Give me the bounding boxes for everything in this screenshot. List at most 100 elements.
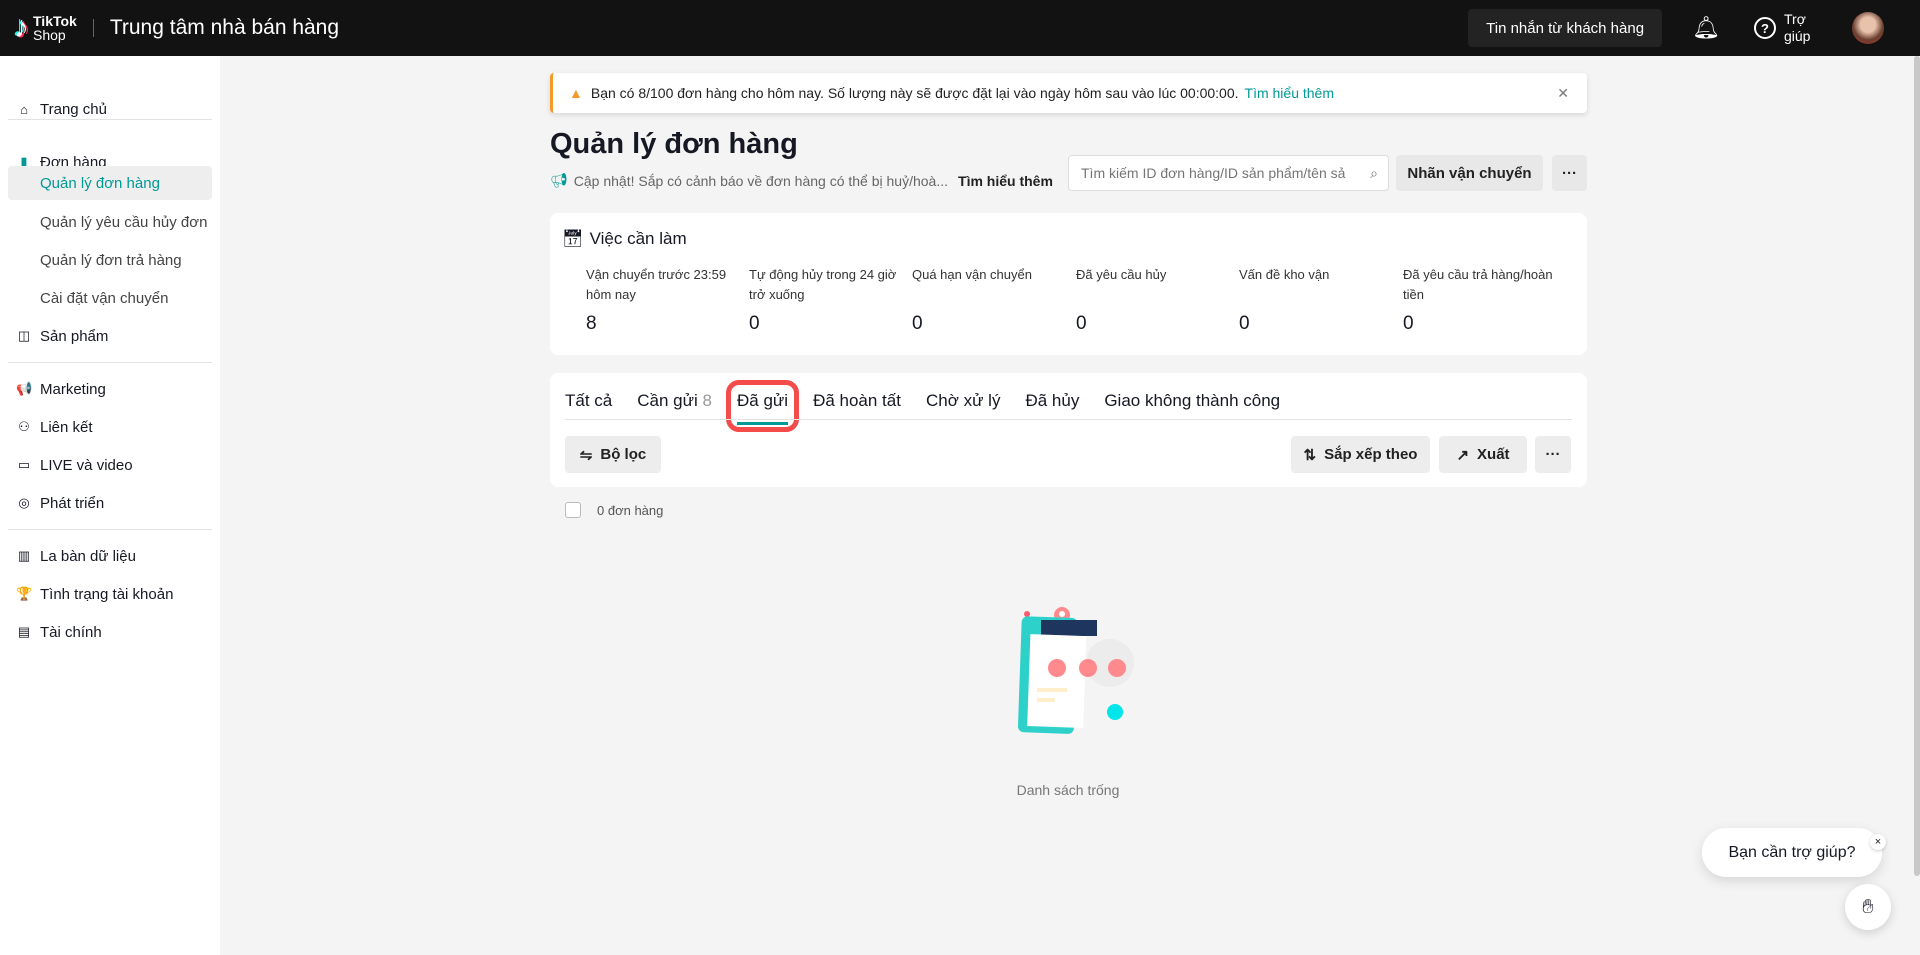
banner-learn-more-link[interactable]: Tìm hiểu thêm bbox=[1245, 85, 1334, 101]
help-bubble[interactable]: Bạn cần trợ giúp? × bbox=[1702, 828, 1886, 877]
sidebar-item-returns[interactable]: Quản lý đơn trả hàng bbox=[8, 243, 212, 277]
note-text: Cập nhật! Sắp có cảnh báo về đơn hàng có… bbox=[573, 172, 949, 189]
bell-icon[interactable]: 🔔︎ bbox=[1692, 15, 1720, 41]
tab-label: Đã hoàn tất bbox=[813, 391, 901, 410]
todo-card: 📅︎ Việc cần làm Vận chuyển trước 23:59 hô… bbox=[550, 213, 1587, 355]
order-tabs: Tất cả Cần gửi 8 Đã gửi Đã hoàn tất Chờ … bbox=[565, 380, 1305, 432]
sidebar-item-label: Quản lý đơn trả hàng bbox=[40, 251, 182, 269]
home-icon: ⌂ bbox=[20, 101, 28, 117]
tab-divider bbox=[565, 419, 1572, 420]
wave-hand-icon[interactable]: ✋︎ bbox=[1845, 884, 1891, 930]
sidebar-item-label: La bàn dữ liệu bbox=[40, 547, 136, 565]
top-header: ♪ TikTok Shop Trung tâm nhà bán hàng Tin … bbox=[0, 0, 1920, 56]
wallet-icon: ▤ bbox=[17, 624, 31, 639]
tab-shipped[interactable]: Đã gửi bbox=[725, 380, 800, 432]
close-icon[interactable]: ✕ bbox=[1557, 85, 1569, 102]
sidebar-item-data-compass[interactable]: ▥ La bàn dữ liệu bbox=[8, 539, 212, 573]
order-count-text: 0 đơn hàng bbox=[597, 502, 664, 518]
export-button[interactable]: ↗ Xuất bbox=[1439, 436, 1527, 473]
tab-cancelled[interactable]: Đã hủy bbox=[1025, 391, 1079, 421]
sidebar-item-label: Tài chính bbox=[40, 623, 102, 641]
bag-icon: ◫ bbox=[17, 328, 31, 343]
filter-label: Bộ lọc bbox=[600, 446, 647, 463]
sidebar-item-finance[interactable]: ▤ Tài chính bbox=[8, 615, 212, 649]
sidebar-item-label: Sản phẩm bbox=[40, 327, 109, 345]
tiktok-note-icon: ♪ bbox=[14, 11, 29, 44]
todo-stat[interactable]: Đã yêu cầu trả hàng/hoàn tiền 0 bbox=[1403, 265, 1563, 335]
calendar-clock-icon: 📅︎ bbox=[562, 229, 584, 248]
sidebar-item-label: Tình trạng tài khoản bbox=[40, 585, 174, 603]
tab-label: Đã gửi bbox=[736, 391, 789, 410]
sidebar-item-account-health[interactable]: 🏆 Tình trạng tài khoản bbox=[8, 577, 212, 611]
stat-label: Đã yêu cầu hủy bbox=[1076, 267, 1167, 282]
avatar[interactable] bbox=[1852, 12, 1884, 44]
tab-all[interactable]: Tất cả bbox=[565, 391, 612, 421]
stat-label: Tự động hủy trong 24 giờ trở xuống bbox=[749, 267, 897, 302]
stat-label: Vận chuyển trước 23:59 hôm nay bbox=[586, 267, 727, 302]
help-label: Trợ giúp bbox=[1784, 11, 1811, 44]
chart-icon: ▥ bbox=[17, 548, 31, 563]
stat-value: 0 bbox=[912, 313, 923, 334]
sidebar-item-label: Cài đặt vận chuyển bbox=[40, 289, 169, 307]
more-options-button[interactable]: ··· bbox=[1535, 436, 1571, 473]
tiktok-shop-logo[interactable]: ♪ TikTok Shop bbox=[14, 13, 77, 43]
tab-pending[interactable]: Chờ xử lý bbox=[926, 391, 1000, 421]
tab-label: Đã hủy bbox=[1025, 391, 1080, 410]
sort-icon: ⇅ bbox=[1303, 446, 1317, 464]
close-icon[interactable]: × bbox=[1870, 834, 1886, 850]
customer-messages-button[interactable]: Tin nhắn từ khách hàng bbox=[1468, 9, 1663, 47]
tab-failed-delivery[interactable]: Giao không thành công bbox=[1104, 391, 1280, 421]
sort-button[interactable]: ⇅ Sắp xếp theo bbox=[1291, 436, 1430, 473]
search-icon[interactable]: ⌕ bbox=[1370, 165, 1378, 182]
sidebar-item-cancel-requests[interactable]: Quản lý yêu cầu hủy đơn bbox=[8, 205, 212, 239]
megaphone-icon: 📢 bbox=[16, 381, 33, 396]
todo-stat[interactable]: Quá hạn vận chuyển 0 bbox=[912, 265, 1072, 335]
filter-icon: ⇋ bbox=[579, 446, 593, 464]
search-input[interactable] bbox=[1081, 165, 1361, 181]
tab-label: Tất cả bbox=[565, 391, 613, 410]
sidebar-item-growth[interactable]: ◎ Phát triển bbox=[8, 486, 212, 520]
empty-clipboard-illustration bbox=[1017, 607, 1134, 734]
sidebar-item-affiliate[interactable]: ⚇ Liên kết bbox=[8, 410, 212, 444]
sidebar-item-products[interactable]: ◫ Sản phẩm bbox=[8, 319, 212, 353]
medal-icon: ◎ bbox=[18, 495, 30, 510]
question-icon: ? bbox=[1754, 17, 1776, 39]
stat-value: 8 bbox=[586, 313, 597, 334]
people-icon: ⚇ bbox=[18, 419, 30, 434]
warning-icon: ▲ bbox=[569, 85, 583, 101]
sort-label: Sắp xếp theo bbox=[1324, 446, 1418, 463]
stat-label: Đã yêu cầu trả hàng/hoàn tiền bbox=[1403, 267, 1553, 302]
sidebar-item-marketing[interactable]: 📢 Marketing bbox=[8, 372, 212, 406]
sidebar-item-order-management[interactable]: Quản lý đơn hàng bbox=[8, 166, 212, 200]
video-icon: ▭ bbox=[17, 457, 31, 472]
page-update-note: 📢︎ Cập nhật! Sắp có cảnh báo về đơn hàng… bbox=[550, 172, 1053, 189]
page-title: Quản lý đơn hàng bbox=[550, 128, 798, 160]
todo-stat[interactable]: Tự động hủy trong 24 giờ trở xuống 0 bbox=[749, 265, 909, 335]
tab-label: Giao không thành công bbox=[1104, 391, 1281, 410]
note-learn-more-link[interactable]: Tìm hiểu thêm bbox=[958, 173, 1053, 189]
sidebar-item-live-video[interactable]: ▭ LIVE và video bbox=[8, 448, 212, 482]
tab-to-ship[interactable]: Cần gửi 8 bbox=[637, 391, 712, 421]
help-button[interactable]: ? Trợ giúp bbox=[1754, 11, 1814, 45]
more-button[interactable]: ··· bbox=[1552, 155, 1587, 191]
stat-label: Quá hạn vận chuyển bbox=[912, 267, 1032, 282]
sidebar-item-label: Quản lý yêu cầu hủy đơn bbox=[40, 213, 208, 231]
todo-stat[interactable]: Đã yêu cầu hủy 0 bbox=[1076, 265, 1236, 335]
stat-value: 0 bbox=[1239, 313, 1250, 334]
sidebar-item-home[interactable]: ⌂ Trang chủ bbox=[8, 92, 212, 126]
shipping-label-button[interactable]: Nhãn vận chuyển bbox=[1396, 155, 1543, 191]
todo-stat[interactable]: Vấn đề kho vận 0 bbox=[1239, 265, 1399, 335]
filter-button[interactable]: ⇋ Bộ lọc bbox=[565, 436, 661, 473]
empty-list-text: Danh sách trống bbox=[1016, 782, 1120, 798]
app-title: Trung tâm nhà bán hàng bbox=[109, 16, 340, 39]
sidebar: ⌂ Trang chủ ▮ Đơn hàng Quản lý đơn hàng Qu… bbox=[0, 56, 220, 955]
tab-completed[interactable]: Đã hoàn tất bbox=[813, 391, 901, 421]
sidebar-item-label: Marketing bbox=[40, 380, 106, 398]
select-all-checkbox[interactable] bbox=[565, 502, 581, 518]
scrollbar[interactable] bbox=[1914, 56, 1920, 876]
todo-stat[interactable]: Vận chuyển trước 23:59 hôm nay 8 bbox=[586, 265, 746, 335]
trophy-icon: 🏆 bbox=[16, 586, 33, 601]
sidebar-item-shipping-settings[interactable]: Cài đặt vận chuyển bbox=[8, 281, 212, 315]
export-icon: ↗ bbox=[1456, 446, 1470, 464]
header-divider bbox=[92, 19, 94, 37]
